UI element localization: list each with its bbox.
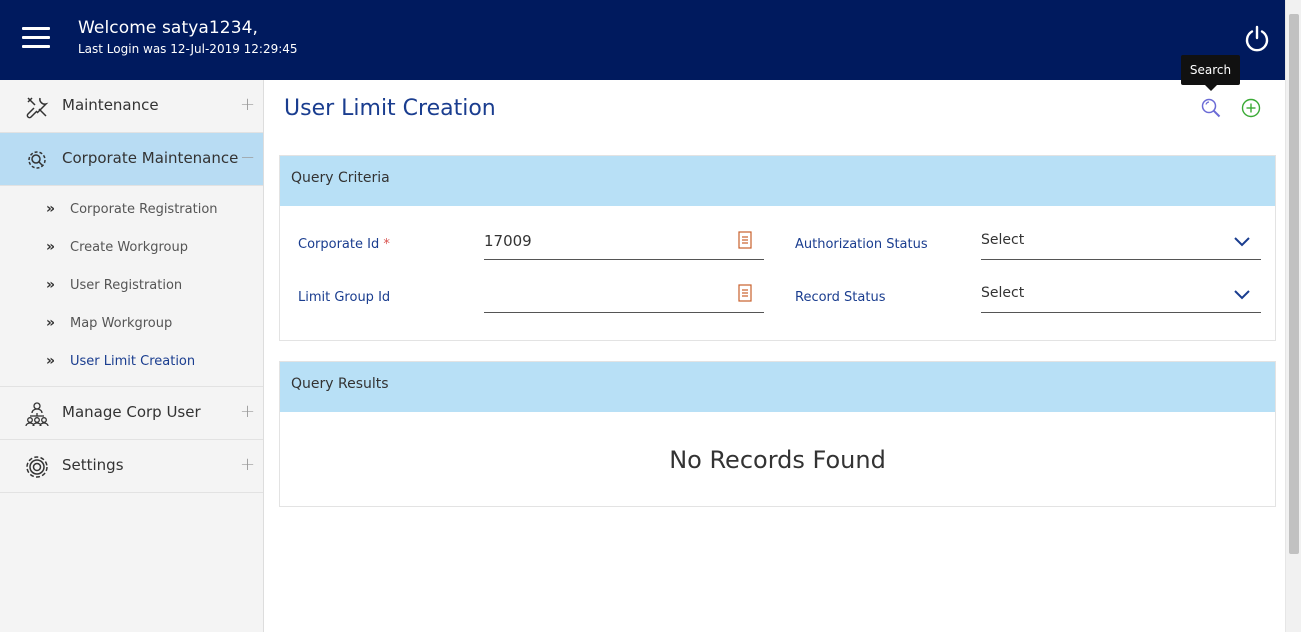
sidebar-item-corporate-maintenance[interactable]: Corporate Maintenance − (0, 133, 263, 186)
limit-group-id-field[interactable] (484, 279, 764, 313)
sidebar-item-label: Manage Corp User (62, 403, 201, 421)
tools-icon (26, 97, 49, 119)
expand-icon[interactable]: + (240, 401, 255, 422)
gear-search-icon (28, 151, 46, 169)
power-icon[interactable] (1243, 25, 1271, 53)
submenu-item-user-registration[interactable]: » User Registration (0, 266, 263, 304)
last-login-text: Last Login was 12-Jul-2019 12:29:45 (78, 42, 298, 56)
sidebar-item-label: Corporate Maintenance (62, 149, 239, 167)
gear-icon (26, 456, 48, 478)
expand-icon[interactable]: + (240, 94, 255, 115)
chevron-down-icon (1234, 290, 1250, 300)
page-title: User Limit Creation (284, 96, 496, 121)
top-header: Welcome satya1234, Last Login was 12-Jul… (0, 0, 1285, 80)
welcome-text: Welcome satya1234, (78, 18, 259, 38)
collapse-icon[interactable]: − (240, 147, 255, 168)
corporate-id-field[interactable]: 17009 (484, 226, 764, 260)
sidebar-item-manage-corp-user[interactable]: Manage Corp User + (0, 387, 263, 440)
query-results-heading: Query Results (280, 362, 1275, 412)
authorization-status-value: Select (981, 232, 1025, 248)
corporate-maintenance-submenu: » Corporate Registration » Create Workgr… (0, 186, 263, 387)
chevron-down-icon (1234, 237, 1250, 247)
corporate-id-label-text: Corporate Id (298, 237, 380, 252)
query-results-panel: Query Results No Records Found (279, 361, 1276, 507)
record-status-select[interactable]: Select (981, 279, 1261, 313)
submenu-item-label: Map Workgroup (70, 316, 173, 331)
submenu-item-corporate-registration[interactable]: » Corporate Registration (0, 190, 263, 228)
sidebar-item-label: Settings (62, 456, 124, 474)
double-chevron-icon: » (46, 201, 56, 217)
query-criteria-panel: Query Criteria Corporate Id * 17009 Auth… (279, 155, 1276, 341)
expand-icon[interactable]: + (240, 454, 255, 475)
submenu-item-user-limit-creation[interactable]: » User Limit Creation (0, 342, 263, 380)
main-content: User Limit Creation Search Query Criteri… (264, 55, 1285, 632)
vertical-scrollbar[interactable] (1285, 0, 1301, 632)
record-status-value: Select (981, 285, 1025, 301)
record-status-label: Record Status (795, 290, 886, 305)
corporate-id-value[interactable]: 17009 (484, 232, 532, 250)
lookup-list-icon[interactable] (738, 231, 752, 249)
scrollbar-thumb[interactable] (1289, 14, 1299, 554)
submenu-item-label: Create Workgroup (70, 240, 189, 255)
limit-group-id-label: Limit Group Id (298, 290, 391, 305)
corporate-id-label: Corporate Id * (298, 237, 390, 252)
submenu-item-label: User Registration (70, 278, 183, 293)
hamburger-icon[interactable] (22, 27, 50, 49)
users-hierarchy-icon (25, 402, 49, 427)
authorization-status-label: Authorization Status (795, 237, 928, 252)
double-chevron-icon: » (46, 315, 56, 331)
double-chevron-icon: » (46, 277, 56, 293)
submenu-item-map-workgroup[interactable]: » Map Workgroup (0, 304, 263, 342)
double-chevron-icon: » (46, 353, 56, 369)
search-tooltip: Search (1181, 55, 1240, 91)
required-marker: * (383, 237, 390, 252)
authorization-status-select[interactable]: Select (981, 226, 1261, 260)
no-records-message: No Records Found (669, 446, 886, 474)
sidebar-item-settings[interactable]: Settings + (0, 440, 263, 493)
submenu-item-label: Corporate Registration (70, 202, 218, 217)
submenu-item-label: User Limit Creation (70, 354, 196, 369)
submenu-item-create-workgroup[interactable]: » Create Workgroup (0, 228, 263, 266)
sidebar: Maintenance + Corporate Maintenance − » … (0, 80, 264, 632)
sidebar-item-maintenance[interactable]: Maintenance + (0, 80, 263, 133)
query-criteria-heading: Query Criteria (280, 156, 1275, 206)
sidebar-item-label: Maintenance (62, 96, 159, 114)
add-icon[interactable] (1240, 97, 1262, 119)
lookup-list-icon[interactable] (738, 284, 752, 302)
search-icon[interactable] (1200, 97, 1222, 119)
double-chevron-icon: » (46, 239, 56, 255)
